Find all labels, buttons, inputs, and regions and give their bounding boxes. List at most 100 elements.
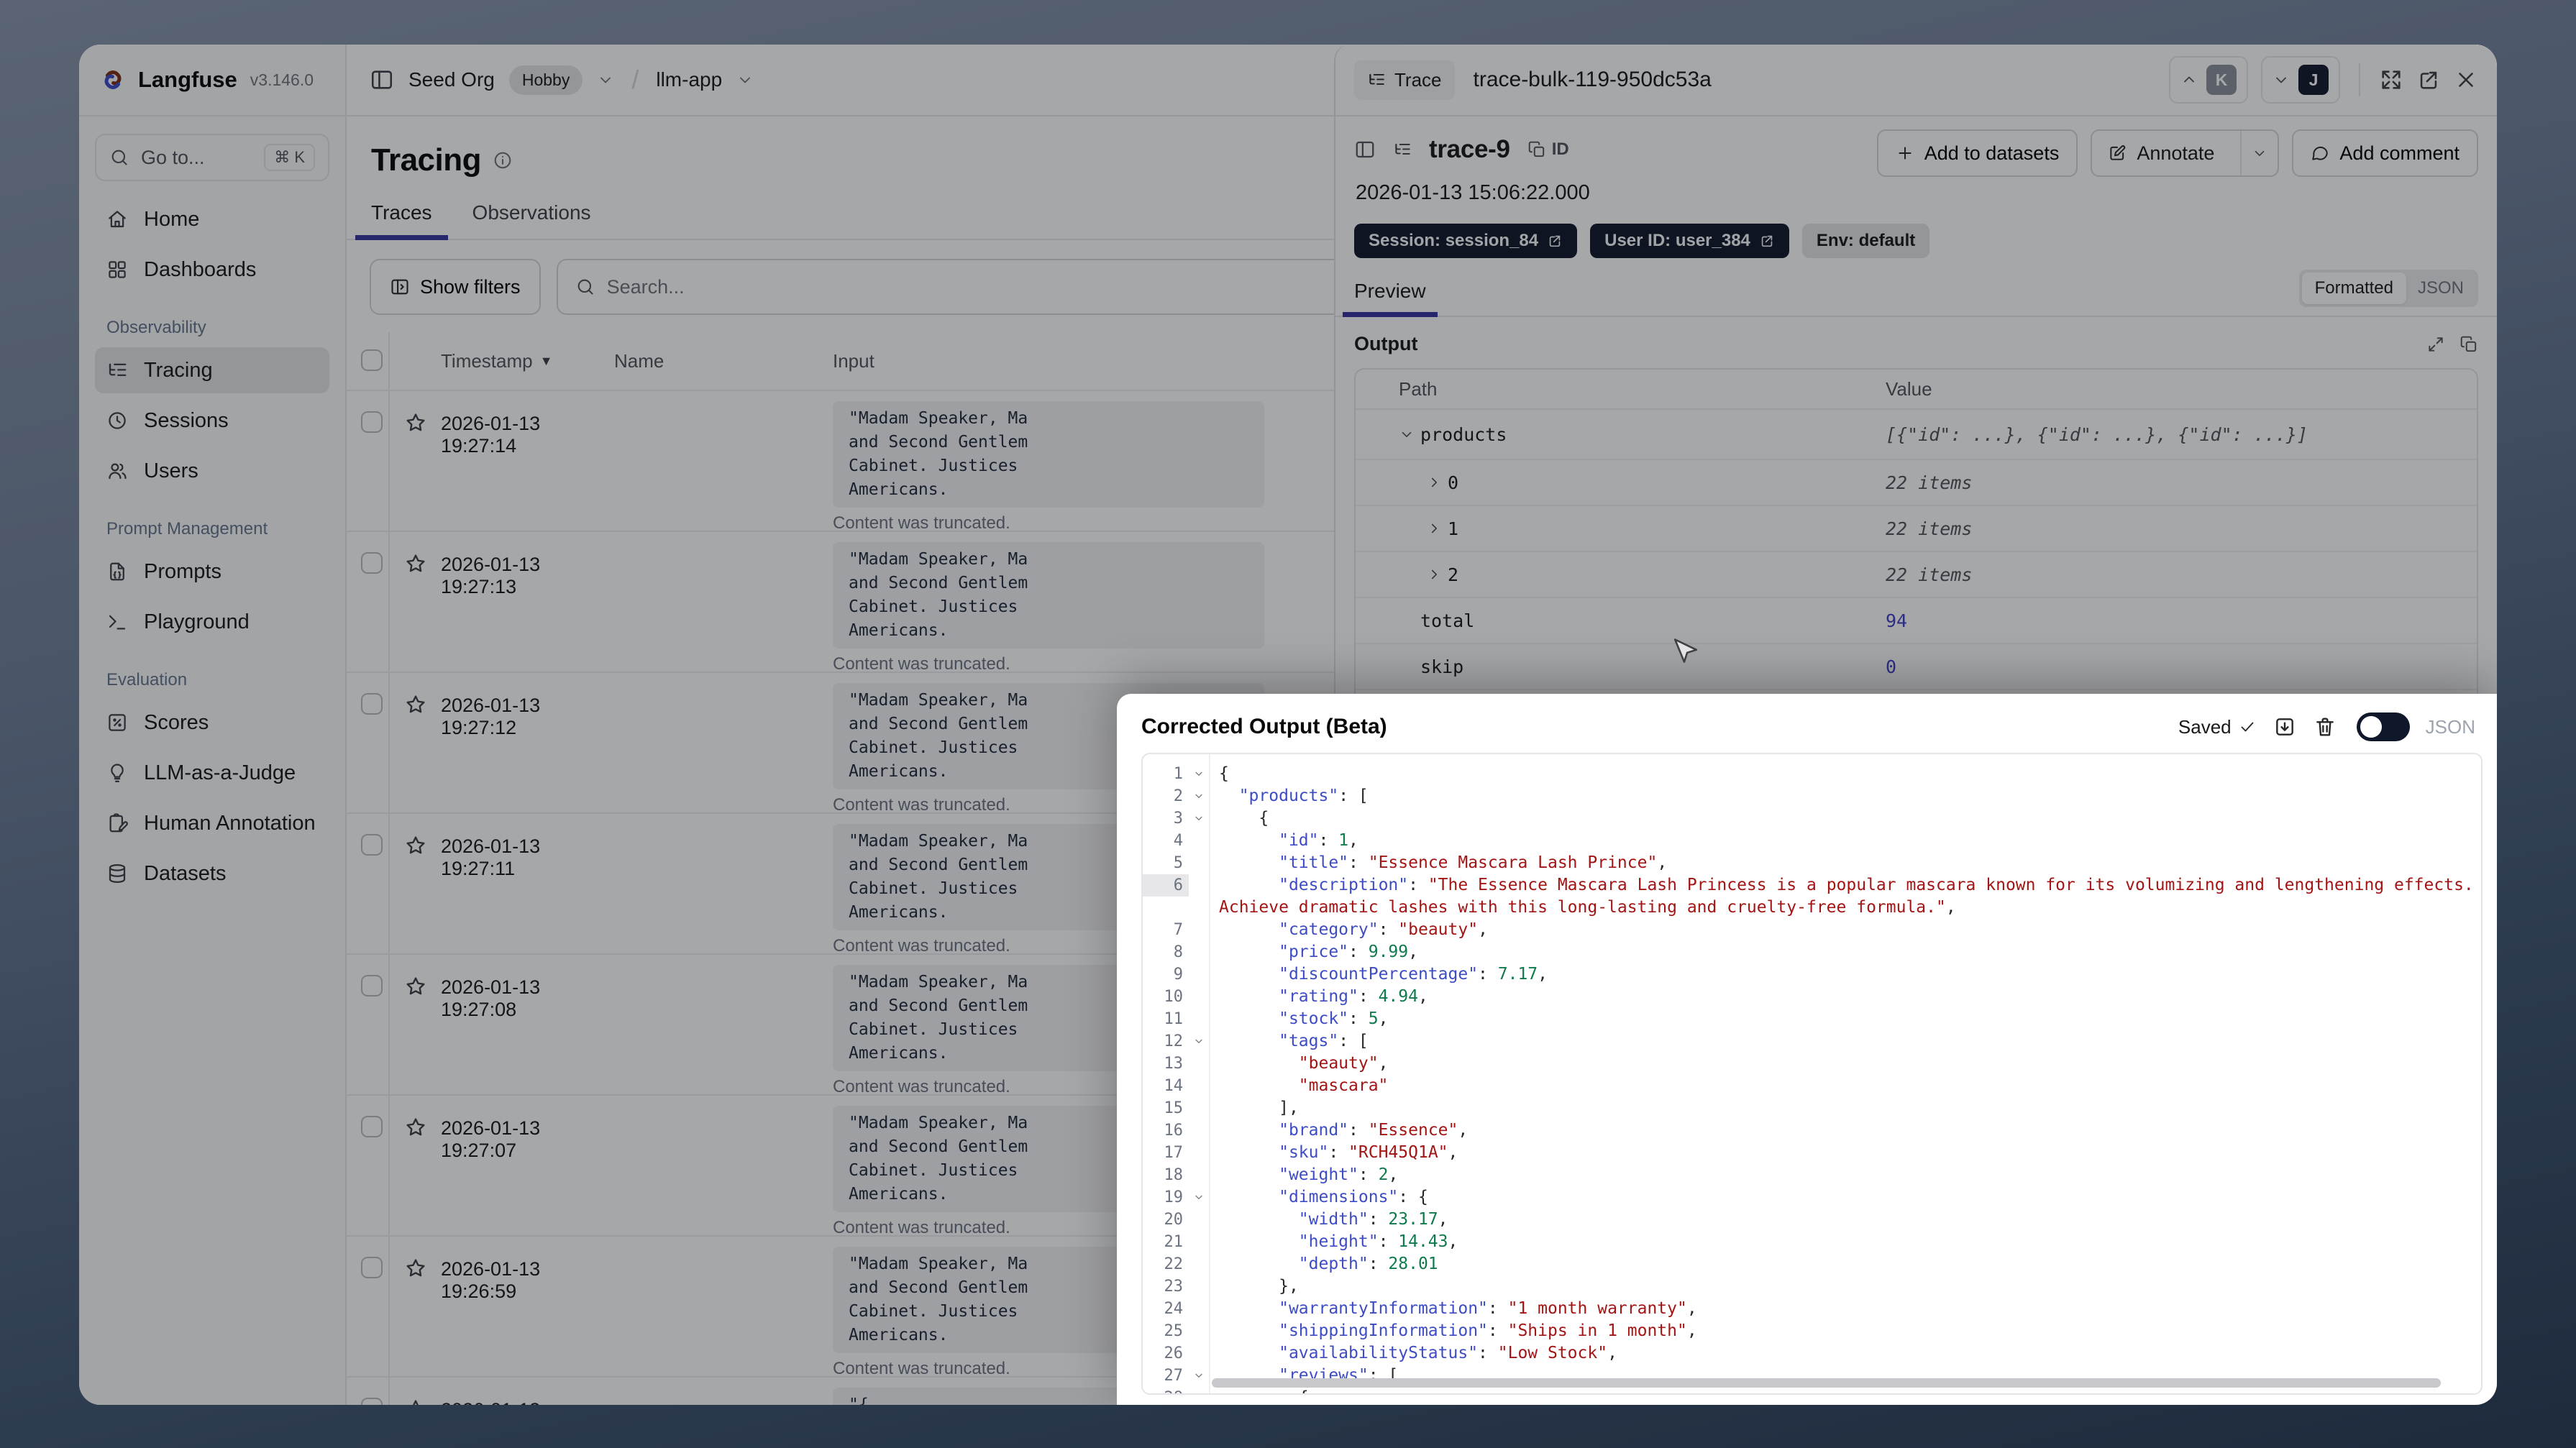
fold-chevron-icon[interactable]: [1189, 1387, 1209, 1393]
line-number: 28: [1143, 1387, 1189, 1393]
json-toggle-label: JSON: [2425, 715, 2475, 738]
token-pun: [1219, 965, 1279, 984]
token-pun: [1219, 1210, 1299, 1229]
token-pun: :: [1348, 1009, 1369, 1028]
token-pun: :: [1487, 1321, 1508, 1340]
token-str: "1 month warranty": [1507, 1299, 1687, 1318]
json-editor[interactable]: 1{2 "products": [3 {4 "id": 1, 5 "title":…: [1141, 753, 2483, 1395]
token-pun: :: [1348, 853, 1369, 872]
token-pun: :: [1318, 831, 1339, 850]
code-text: "shippingInformation": "Ships in 1 month…: [1209, 1320, 2481, 1342]
code-line: 25 "shippingInformation": "Ships in 1 mo…: [1143, 1320, 2481, 1342]
line-number: 21: [1164, 1233, 1184, 1251]
token-pun: ,: [1378, 1009, 1389, 1028]
fold-chevron-icon[interactable]: [1189, 807, 1209, 824]
code-text: "category": "beauty",: [1209, 919, 2481, 941]
line-number: 1: [1173, 765, 1183, 783]
code-text: "mascara": [1209, 1075, 2481, 1097]
code-line: 2 "products": [: [1143, 785, 2481, 807]
code-line: 7 "category": "beauty",: [1143, 919, 2481, 941]
corrected-output-title: Corrected Output (Beta): [1141, 715, 1387, 738]
token-key: "warrantyInformation": [1279, 1299, 1488, 1318]
line-number: 10: [1164, 988, 1184, 1006]
token-key: "dimensions": [1279, 1188, 1399, 1206]
saved-status: Saved: [2178, 716, 2256, 738]
fold-chevron-icon[interactable]: [1189, 785, 1209, 802]
horizontal-scrollbar[interactable]: [1212, 1378, 2441, 1388]
code-text: "weight": 2,: [1209, 1164, 2481, 1186]
token-pun: :: [1487, 1299, 1508, 1318]
code-line: 11 "stock": 5,: [1143, 1008, 2481, 1030]
token-key: "category": [1279, 920, 1379, 939]
fold-gutter: [1189, 941, 1209, 946]
code-text: {: [1209, 1387, 2481, 1393]
fold-chevron-icon[interactable]: [1189, 1186, 1209, 1203]
token-pun: [1219, 853, 1279, 872]
line-number: 2: [1173, 787, 1183, 805]
line-number: 8: [1173, 943, 1183, 961]
token-pun: [1219, 920, 1279, 939]
token-pun: [1219, 1032, 1279, 1050]
line-number: 23: [1164, 1278, 1184, 1296]
token-pun: :: [1358, 987, 1379, 1006]
token-key: "discountPercentage": [1279, 965, 1479, 984]
code-line: 3 {: [1143, 807, 2481, 830]
token-num: 9.99: [1368, 943, 1409, 961]
line-number: 11: [1164, 1010, 1184, 1028]
code-line: 17 "sku": "RCH45Q1A",: [1143, 1142, 2481, 1164]
token-num: 7.17: [1497, 965, 1538, 984]
line-number: 22: [1164, 1255, 1184, 1273]
token-pun: :: [1378, 1232, 1399, 1251]
token-pun: [1219, 1009, 1279, 1028]
code-line: 15 ],: [1143, 1097, 2481, 1119]
token-key: "products": [1238, 787, 1339, 805]
fold-gutter: [1189, 874, 1209, 879]
code-line: 23 },: [1143, 1275, 2481, 1298]
token-key: "title": [1279, 853, 1349, 872]
token-key: "description": [1279, 876, 1409, 894]
token-str: "beauty": [1298, 1054, 1379, 1073]
fold-chevron-icon[interactable]: [1189, 1030, 1209, 1047]
token-str: "Essence Mascara Lash Prince": [1368, 853, 1658, 872]
line-number: 19: [1164, 1188, 1184, 1206]
save-icon[interactable]: [2273, 715, 2296, 738]
token-pun: : [: [1338, 787, 1369, 805]
fold-chevron-icon[interactable]: [1189, 1365, 1209, 1381]
check-icon: [2239, 718, 2256, 736]
code-text: {: [1209, 807, 2481, 830]
token-pun: [1219, 1344, 1279, 1362]
fold-gutter: [1189, 919, 1209, 924]
token-pun: ,: [1478, 920, 1488, 939]
token-pun: [1219, 787, 1239, 805]
token-str: "mascara": [1298, 1076, 1389, 1095]
fold-chevron-icon[interactable]: [1189, 763, 1209, 779]
line-number: 13: [1164, 1055, 1184, 1073]
token-pun: {: [1219, 764, 1229, 783]
line-number: 12: [1164, 1032, 1184, 1050]
line-number: 18: [1164, 1166, 1184, 1184]
token-key: "depth": [1298, 1255, 1369, 1273]
json-toggle[interactable]: [2356, 712, 2410, 741]
code-line: 5 "title": "Essence Mascara Lash Prince"…: [1143, 852, 2481, 874]
token-key: "width": [1298, 1210, 1369, 1229]
code-line: 16 "brand": "Essence",: [1143, 1119, 2481, 1142]
token-str: "Ships in 1 month": [1507, 1321, 1687, 1340]
token-pun: :: [1368, 1210, 1389, 1229]
token-pun: [1219, 1299, 1279, 1318]
token-pun: :: [1478, 965, 1498, 984]
code-line: 22 "depth": 28.01: [1143, 1253, 2481, 1275]
code-line: 1{: [1143, 763, 2481, 785]
token-pun: {: [1219, 1388, 1309, 1393]
token-str: "beauty": [1398, 920, 1479, 939]
token-num: 5: [1368, 1009, 1379, 1028]
code-line: 18 "weight": 2,: [1143, 1164, 2481, 1186]
token-pun: :: [1348, 1121, 1369, 1140]
code-line: 26 "availabilityStatus": "Low Stock",: [1143, 1342, 2481, 1365]
token-pun: ,: [1388, 1165, 1399, 1184]
token-pun: ,: [1408, 943, 1418, 961]
code-line: 9 "discountPercentage": 7.17,: [1143, 963, 2481, 986]
delete-icon[interactable]: [2314, 715, 2337, 738]
code-text: "width": 23.17,: [1209, 1209, 2481, 1231]
token-pun: ,: [1686, 1321, 1697, 1340]
code-text: "dimensions": {: [1209, 1186, 2481, 1209]
